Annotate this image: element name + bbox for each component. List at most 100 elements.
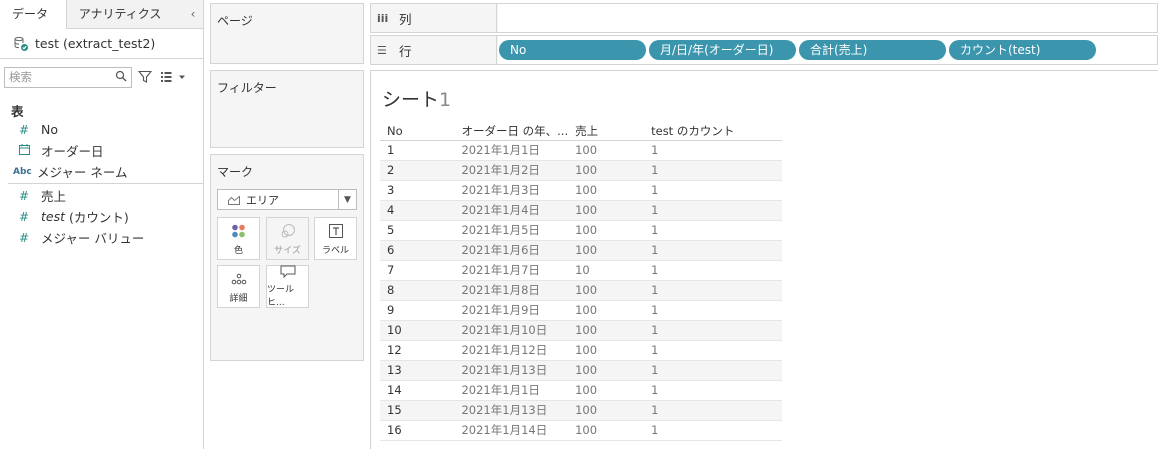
column-header-no[interactable]: No [380, 123, 455, 141]
cell-no[interactable]: 5 [380, 220, 455, 241]
cell-sales[interactable]: 100 [568, 200, 645, 221]
detail-button[interactable]: 詳細 [217, 265, 260, 308]
sheet-title-number: 1 [439, 89, 452, 111]
field-test-count[interactable]: # test (カウント) [0, 206, 203, 227]
cell-sales[interactable]: 100 [568, 140, 645, 161]
cell-test-count[interactable]: 1 [644, 340, 782, 361]
label-button[interactable]: ラベル [314, 217, 357, 260]
field-label-suffix: (カウント) [65, 210, 129, 225]
cell-sales[interactable]: 100 [568, 300, 645, 321]
cell-order-date[interactable]: 2021年1月1日 [454, 380, 569, 401]
pill-sum-sales[interactable]: 合計(売上) [799, 40, 946, 60]
cell-order-date[interactable]: 2021年1月7日 [454, 260, 569, 281]
cell-test-count[interactable]: 1 [644, 320, 782, 341]
cell-sales[interactable]: 100 [568, 360, 645, 381]
cell-order-date[interactable]: 2021年1月3日 [454, 180, 569, 201]
table-row: 2 2021年1月2日 100 1 [380, 160, 782, 181]
cell-no[interactable]: 1 [380, 140, 455, 161]
cell-no[interactable]: 13 [380, 360, 455, 381]
cell-test-count[interactable]: 1 [644, 180, 782, 201]
cell-order-date[interactable]: 2021年1月8日 [454, 280, 569, 301]
pill-order-date[interactable]: 月/日/年(オーダー日) [649, 40, 796, 60]
field-label: 売上 [41, 189, 67, 204]
column-header-order-date[interactable]: オーダー日 の年、... [454, 123, 569, 141]
cell-no[interactable]: 4 [380, 200, 455, 221]
cell-sales[interactable]: 100 [568, 280, 645, 301]
cell-order-date[interactable]: 2021年1月2日 [454, 160, 569, 181]
search-input[interactable]: 検索 [4, 66, 132, 88]
field-sales[interactable]: # 売上 [0, 185, 203, 206]
cell-order-date[interactable]: 2021年1月1日 [454, 140, 569, 161]
cell-no[interactable]: 16 [380, 420, 455, 441]
cell-order-date[interactable]: 2021年1月13日 [454, 360, 569, 381]
field-measure-names[interactable]: Abc メジャー ネーム [0, 161, 203, 182]
rows-drop-area[interactable]: No 月/日/年(オーダー日) 合計(売上) カウント(test) [498, 36, 1157, 64]
cell-test-count[interactable]: 1 [644, 220, 782, 241]
cell-sales[interactable]: 100 [568, 240, 645, 261]
cell-no[interactable]: 14 [380, 380, 455, 401]
cell-test-count[interactable]: 1 [644, 200, 782, 221]
cell-no[interactable]: 8 [380, 280, 455, 301]
cell-no[interactable]: 2 [380, 160, 455, 181]
cell-test-count[interactable]: 1 [644, 160, 782, 181]
collapse-pane-icon[interactable]: ‹ [183, 0, 204, 28]
cell-test-count[interactable]: 1 [644, 280, 782, 301]
cell-no[interactable]: 7 [380, 260, 455, 281]
cell-test-count[interactable]: 1 [644, 360, 782, 381]
cell-test-count[interactable]: 1 [644, 140, 782, 161]
color-button[interactable]: 色 [217, 217, 260, 260]
cell-test-count[interactable]: 1 [644, 380, 782, 401]
tab-data[interactable]: データ [0, 0, 67, 29]
tab-analytics[interactable]: アナリティクス [66, 0, 184, 29]
columns-drop-area[interactable] [498, 4, 1157, 32]
field-order-date[interactable]: オーダー日 [0, 140, 203, 161]
cell-sales[interactable]: 10 [568, 260, 645, 281]
cell-sales[interactable]: 100 [568, 320, 645, 341]
cell-sales[interactable]: 100 [568, 180, 645, 201]
cell-test-count[interactable]: 1 [644, 300, 782, 321]
cell-order-date[interactable]: 2021年1月9日 [454, 300, 569, 321]
cell-test-count[interactable]: 1 [644, 260, 782, 281]
pill-count-test[interactable]: カウント(test) [949, 40, 1096, 60]
search-placeholder: 検索 [9, 70, 32, 84]
cell-order-date[interactable]: 2021年1月13日 [454, 400, 569, 421]
column-header-test-count[interactable]: test のカウント [644, 123, 782, 141]
cell-order-date[interactable]: 2021年1月12日 [454, 340, 569, 361]
cell-order-date[interactable]: 2021年1月5日 [454, 220, 569, 241]
rows-icon: ☰ [377, 43, 387, 57]
cell-order-date[interactable]: 2021年1月14日 [454, 420, 569, 441]
cell-no[interactable]: 9 [380, 300, 455, 321]
cell-order-date[interactable]: 2021年1月10日 [454, 320, 569, 341]
tooltip-button[interactable]: ツールヒ... [266, 265, 309, 308]
cell-test-count[interactable]: 1 [644, 240, 782, 261]
cell-no[interactable]: 10 [380, 320, 455, 341]
cell-sales[interactable]: 100 [568, 420, 645, 441]
column-header-sales[interactable]: 売上 [568, 123, 645, 141]
pages-card[interactable]: ページ [210, 3, 364, 64]
filters-card[interactable]: フィルター [210, 70, 364, 148]
cell-no[interactable]: 15 [380, 400, 455, 421]
cell-sales[interactable]: 100 [568, 380, 645, 401]
cell-test-count[interactable]: 1 [644, 420, 782, 441]
cell-no[interactable]: 6 [380, 240, 455, 261]
cell-order-date[interactable]: 2021年1月4日 [454, 200, 569, 221]
sheet-title[interactable]: シート1 [382, 85, 451, 112]
pill-no[interactable]: No [499, 40, 646, 60]
view-options-icon[interactable] [158, 68, 188, 86]
table-row: 9 2021年1月9日 100 1 [380, 300, 782, 321]
datasource-item[interactable]: test (extract_test2) [0, 29, 203, 59]
cell-sales[interactable]: 100 [568, 400, 645, 421]
cell-sales[interactable]: 100 [568, 340, 645, 361]
cell-test-count[interactable]: 1 [644, 400, 782, 421]
cell-no[interactable]: 3 [380, 180, 455, 201]
field-measure-values[interactable]: # メジャー バリュー [0, 227, 203, 248]
cell-order-date[interactable]: 2021年1月6日 [454, 240, 569, 261]
field-no[interactable]: # No [0, 119, 203, 140]
cell-sales[interactable]: 100 [568, 220, 645, 241]
filter-icon[interactable] [136, 68, 154, 86]
size-button[interactable]: サイズ [266, 217, 309, 260]
cell-no[interactable]: 12 [380, 340, 455, 361]
marks-title: マーク [217, 165, 254, 179]
cell-sales[interactable]: 100 [568, 160, 645, 181]
mark-type-dropdown[interactable]: エリア ▼ [217, 189, 357, 210]
